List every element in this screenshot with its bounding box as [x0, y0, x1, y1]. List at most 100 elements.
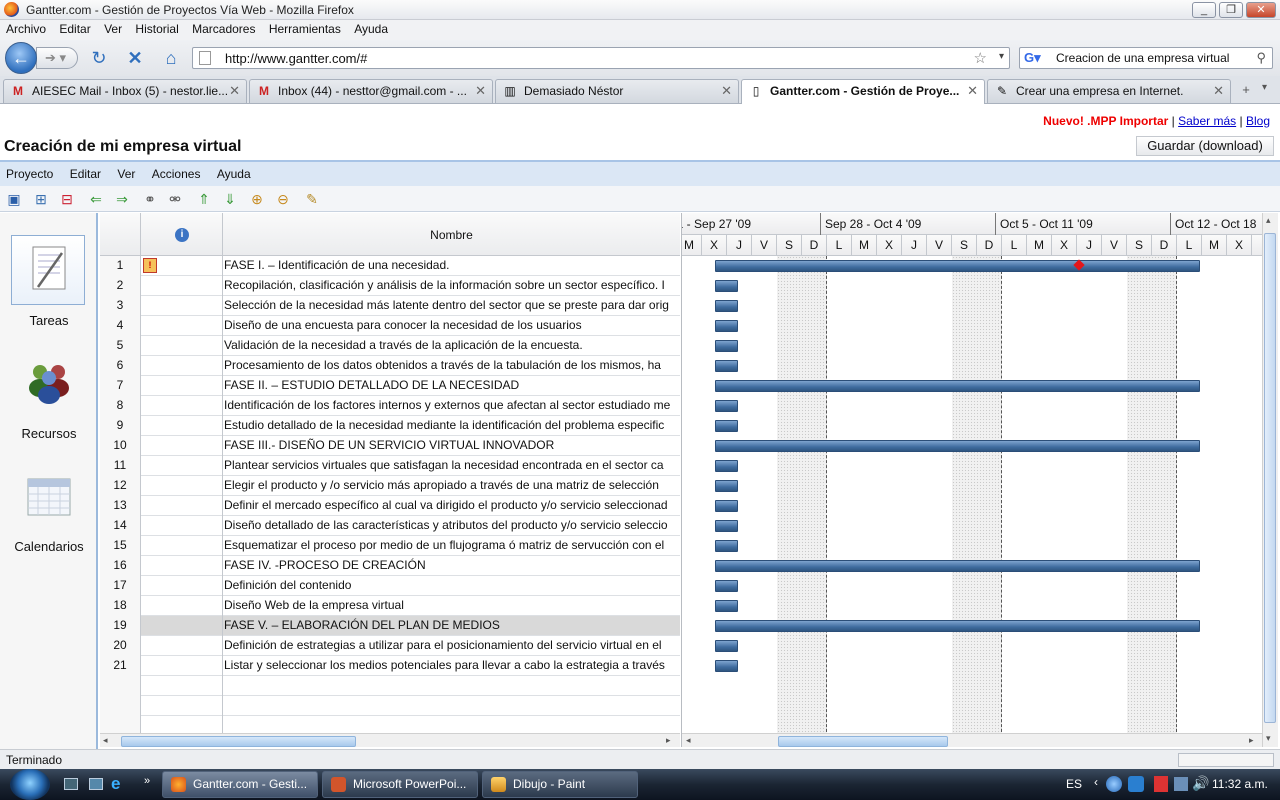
volume-tray-icon[interactable]: 🔊	[1192, 775, 1209, 792]
gantt-scroll-thumb[interactable]	[778, 736, 948, 747]
task-name-cell[interactable]: Elegir el producto y /o servicio más apr…	[224, 476, 680, 496]
task-name-cell[interactable]: FASE IV. -PROCESO DE CREACIÓN	[224, 556, 680, 576]
row-number[interactable]: 16	[100, 556, 141, 576]
indent-icon[interactable]: ⇒	[113, 190, 131, 208]
tab-aiesec-mail[interactable]: M AIESEC Mail - Inbox (5) - nestor.lie..…	[3, 79, 247, 103]
resources-label[interactable]: Recursos	[0, 426, 98, 441]
quick-launch-more-icon[interactable]: »	[144, 775, 150, 787]
tab-list-icon[interactable]: ▾	[1262, 82, 1276, 100]
row-indicator-cell[interactable]	[141, 336, 223, 356]
calendar-alert-icon[interactable]: !	[143, 258, 157, 273]
edit-notes-icon[interactable]: ✎	[303, 190, 321, 208]
delete-task-icon[interactable]: ⊟	[58, 190, 76, 208]
task-name-cell[interactable]: Selección de la necesidad más latente de…	[224, 296, 680, 316]
row-indicator-cell[interactable]	[141, 436, 223, 456]
row-indicator-cell[interactable]	[141, 696, 223, 716]
row-number[interactable]: 15	[100, 536, 141, 556]
switch-windows-icon[interactable]	[89, 778, 103, 790]
row-number[interactable]: 14	[100, 516, 141, 536]
scroll-left-icon[interactable]: ◂	[103, 735, 108, 746]
close-tab-icon[interactable]: ✕	[229, 80, 240, 102]
table-row[interactable]: 6 Procesamiento de los datos obtenidos a …	[100, 356, 680, 376]
task-name-cell[interactable]: Definición del contenido	[224, 576, 680, 596]
new-tab-icon[interactable]: +	[1236, 82, 1256, 100]
row-indicator-cell[interactable]	[141, 556, 223, 576]
calendars-label[interactable]: Calendarios	[0, 539, 98, 554]
back-button[interactable]: ←	[5, 42, 37, 74]
move-down-icon[interactable]: ⇓	[221, 190, 239, 208]
row-indicator-cell[interactable]: !	[141, 256, 223, 276]
unlink-tasks-icon[interactable]: ⚮	[166, 190, 184, 208]
task-bar[interactable]	[715, 540, 738, 552]
row-number[interactable]: 1	[100, 256, 141, 276]
task-bar[interactable]	[715, 340, 738, 352]
table-row[interactable]: 13 Definir el mercado específico al cual …	[100, 496, 680, 516]
task-bar[interactable]	[715, 400, 738, 412]
task-name-cell[interactable]: Diseño Web de la empresa virtual	[224, 596, 680, 616]
tasks-icon[interactable]	[24, 243, 74, 293]
internet-explorer-icon[interactable]: e	[111, 774, 120, 794]
task-bar[interactable]	[715, 360, 738, 372]
tasks-label[interactable]: Tareas	[0, 313, 98, 328]
scroll-down-icon[interactable]: ▾	[1266, 733, 1271, 744]
tab-gantter[interactable]: ▯ Gantter.com - Gestión de Proye... ✕	[741, 79, 985, 104]
task-name-cell[interactable]: Diseño de una encuesta para conocer la n…	[224, 316, 680, 336]
table-row[interactable]: 10 FASE III.- DISEÑO DE UN SERVICIO VIRTU…	[100, 436, 680, 456]
row-number[interactable]: 3	[100, 296, 141, 316]
task-bar[interactable]	[715, 660, 738, 672]
table-row[interactable]	[100, 696, 680, 716]
row-number[interactable]: 13	[100, 496, 141, 516]
row-indicator-cell[interactable]	[141, 596, 223, 616]
close-tab-icon[interactable]: ✕	[475, 80, 486, 102]
table-row[interactable]: 8 Identificación de los factores internos…	[100, 396, 680, 416]
row-indicator-cell[interactable]	[141, 516, 223, 536]
task-bar[interactable]	[715, 580, 738, 592]
row-indicator-cell[interactable]	[141, 376, 223, 396]
table-row[interactable]: 2 Recopilación, clasificación y análisis …	[100, 276, 680, 296]
menu-herramientas[interactable]: Herramientas	[265, 20, 345, 38]
table-row[interactable]: 17 Definición del contenido	[100, 576, 680, 596]
url-dropdown-icon[interactable]: ▾	[999, 51, 1004, 62]
url-bar[interactable]: http://www.gantter.com/# ☆ ▾	[192, 47, 1010, 69]
scroll-up-icon[interactable]: ▴	[1266, 215, 1271, 226]
row-number[interactable]: 20	[100, 636, 141, 656]
row-indicator-cell[interactable]	[141, 356, 223, 376]
resources-icon[interactable]	[24, 358, 74, 408]
minimize-button[interactable]: _	[1192, 2, 1216, 18]
table-row[interactable]: 4 Diseño de una encuesta para conocer la …	[100, 316, 680, 336]
reload-icon[interactable]: ↻	[88, 48, 110, 68]
task-name-cell[interactable]: Procesamiento de los datos obtenidos a t…	[224, 356, 680, 376]
row-number[interactable]: 7	[100, 376, 141, 396]
row-number[interactable]: 5	[100, 336, 141, 356]
stop-icon[interactable]: ✕	[124, 48, 146, 68]
row-number[interactable]: 11	[100, 456, 141, 476]
row-number[interactable]: 12	[100, 476, 141, 496]
taskbar-firefox[interactable]: Gantter.com - Gesti...	[162, 771, 318, 798]
table-row[interactable]: 12 Elegir el producto y /o servicio más a…	[100, 476, 680, 496]
row-indicator-cell[interactable]	[141, 316, 223, 336]
tab-demasiado-nestor[interactable]: ▥ Demasiado Néstor ✕	[495, 79, 739, 103]
save-download-button[interactable]: Guardar (download)	[1136, 136, 1274, 156]
summary-task-bar[interactable]	[715, 380, 1200, 392]
row-indicator-cell[interactable]	[141, 616, 223, 636]
search-icon[interactable]: ⚲	[1256, 50, 1266, 66]
language-indicator[interactable]: ES	[1066, 777, 1082, 791]
row-number[interactable]	[100, 676, 141, 696]
maximize-button[interactable]: ❐	[1219, 2, 1243, 18]
menu-ayuda-app[interactable]: Ayuda	[217, 167, 251, 181]
row-number[interactable]: 6	[100, 356, 141, 376]
google-icon[interactable]: G▾	[1024, 50, 1041, 66]
row-number[interactable]: 19	[100, 616, 141, 636]
system-clock[interactable]: 11:32 a.m.	[1212, 777, 1268, 791]
table-row[interactable]: 11 Plantear servicios virtuales que satis…	[100, 456, 680, 476]
task-name-cell[interactable]: Plantear servicios virtuales que satisfa…	[224, 456, 680, 476]
row-indicator-cell[interactable]	[141, 416, 223, 436]
task-name-cell[interactable]: Estudio detallado de la necesidad median…	[224, 416, 680, 436]
close-window-button[interactable]: ✕	[1246, 2, 1276, 18]
grid-scroll-thumb[interactable]	[121, 736, 356, 747]
scroll-right-icon[interactable]: ▸	[1249, 735, 1254, 746]
task-bar[interactable]	[715, 460, 738, 472]
task-name-cell[interactable]: FASE II. – ESTUDIO DETALLADO DE LA NECES…	[224, 376, 680, 396]
table-row[interactable]: 9 Estudio detallado de la necesidad media…	[100, 416, 680, 436]
task-bar[interactable]	[715, 500, 738, 512]
